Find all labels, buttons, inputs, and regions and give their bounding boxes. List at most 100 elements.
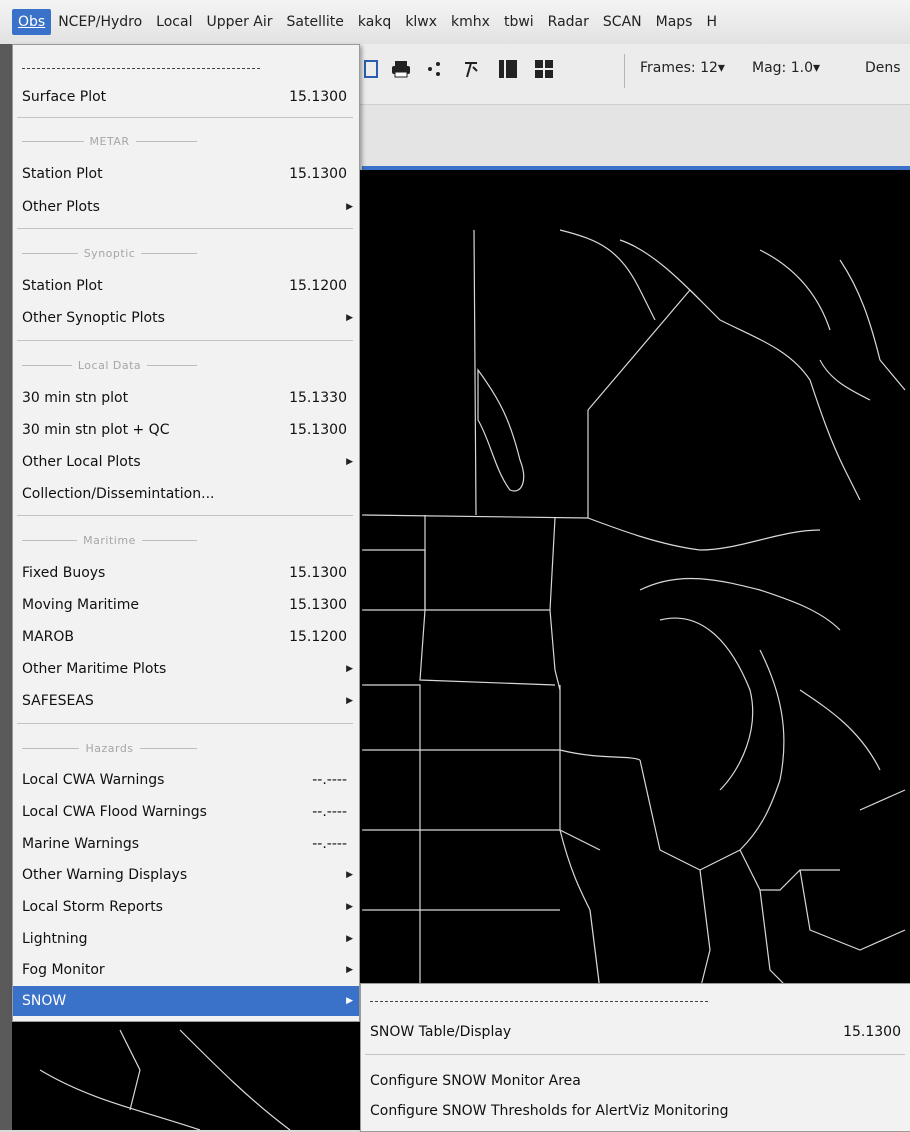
menu-local[interactable]: Local	[149, 9, 199, 35]
section-header-hazards: Hazards	[22, 740, 198, 756]
menu-item-local-cwa-flood-warnings[interactable]: Local CWA Flood Warnings --.----	[13, 797, 359, 827]
menu-item-other-synoptic-plots[interactable]: Other Synoptic Plots ▶	[13, 303, 359, 333]
magnification-dropdown[interactable]: Mag: 1.0▾	[752, 60, 820, 76]
menu-item-label: Other Plots	[22, 199, 100, 215]
menu-item-time: 15.1300	[843, 1024, 901, 1040]
menu-item-surface-plot[interactable]: Surface Plot 15.1300	[13, 82, 359, 112]
menu-klwx[interactable]: klwx	[398, 9, 444, 35]
menu-item-label: Local CWA Warnings	[22, 772, 165, 788]
menu-item-safeseas[interactable]: SAFESEAS ▶	[13, 686, 359, 716]
menu-item-snow-table-display[interactable]: SNOW Table/Display 15.1300	[361, 1017, 910, 1047]
tear-off-line[interactable]	[22, 68, 260, 69]
submenu-arrow-icon: ▶	[346, 870, 353, 880]
menu-item-label: Surface Plot	[22, 89, 107, 105]
submenu-arrow-icon: ▶	[346, 965, 353, 975]
section-header-label: METAR	[89, 134, 130, 148]
menu-upper-air[interactable]: Upper Air	[199, 9, 279, 35]
menu-tbwi[interactable]: tbwi	[497, 9, 541, 35]
menu-kmhx[interactable]: kmhx	[444, 9, 497, 35]
menu-kakq[interactable]: kakq	[351, 9, 398, 35]
submenu-arrow-icon: ▶	[346, 696, 353, 706]
menu-satellite[interactable]: Satellite	[280, 9, 351, 35]
menu-item-marob[interactable]: MAROB 15.1200	[13, 622, 359, 652]
section-header-metar: METAR	[22, 133, 198, 149]
menu-item-30-min-stn-plot-qc[interactable]: 30 min stn plot + QC 15.1300	[13, 415, 359, 445]
menu-item-label: Other Local Plots	[22, 454, 141, 470]
menu-item-label: SAFESEAS	[22, 693, 94, 709]
menu-item-metar-station-plot[interactable]: Station Plot 15.1300	[13, 159, 359, 189]
menu-item-local-storm-reports[interactable]: Local Storm Reports ▶	[13, 892, 359, 922]
menu-item-collection-dissemination[interactable]: Collection/Dissemintation...	[13, 479, 359, 509]
menu-item-fixed-buoys[interactable]: Fixed Buoys 15.1300	[13, 558, 359, 588]
menu-item-label: Other Maritime Plots	[22, 661, 167, 677]
menu-scan[interactable]: SCAN	[596, 9, 649, 35]
menu-item-label: 30 min stn plot	[22, 390, 129, 406]
window-left-edge	[0, 44, 12, 1130]
menu-item-other-maritime-plots[interactable]: Other Maritime Plots ▶	[13, 654, 359, 684]
menu-separator	[17, 228, 353, 229]
active-tab-indicator	[362, 166, 910, 170]
menu-item-time: 15.1200	[289, 278, 347, 294]
section-header-maritime: Maritime	[22, 532, 198, 548]
tear-off-line[interactable]	[370, 1001, 708, 1002]
menu-maps[interactable]: Maps	[649, 9, 700, 35]
menu-item-label: Other Warning Displays	[22, 867, 188, 883]
menu-item-label: Other Synoptic Plots	[22, 310, 165, 326]
menu-radar[interactable]: Radar	[541, 9, 596, 35]
menu-item-other-plots[interactable]: Other Plots ▶	[13, 192, 359, 222]
menu-item-other-local-plots[interactable]: Other Local Plots ▶	[13, 447, 359, 477]
menu-item-moving-maritime[interactable]: Moving Maritime 15.1300	[13, 590, 359, 620]
menu-item-time: 15.1300	[289, 597, 347, 613]
menu-separator	[365, 1054, 905, 1055]
menu-separator	[17, 515, 353, 516]
menu-item-label: Station Plot	[22, 166, 103, 182]
menu-item-configure-snow-thresholds[interactable]: Configure SNOW Thresholds for AlertViz M…	[361, 1096, 910, 1126]
menu-separator	[17, 117, 353, 118]
layout-four-panel-icon[interactable]	[533, 58, 555, 80]
submenu-arrow-icon: ▶	[346, 457, 353, 467]
menu-item-time: --.----	[312, 836, 347, 852]
menu-item-synoptic-station-plot[interactable]: Station Plot 15.1200	[13, 271, 359, 301]
menu-item-label: Lightning	[22, 931, 88, 947]
submenu-arrow-icon: ▶	[346, 934, 353, 944]
section-header-label: Maritime	[83, 533, 136, 547]
menu-item-30-min-stn-plot[interactable]: 30 min stn plot 15.1330	[13, 383, 359, 413]
frames-dropdown[interactable]: Frames: 12▾	[640, 60, 725, 76]
section-header-label: Local Data	[77, 358, 142, 372]
snow-submenu: SNOW Table/Display 15.1300 Configure SNO…	[360, 983, 910, 1132]
submenu-arrow-icon: ▶	[346, 996, 353, 1006]
density-dropdown[interactable]: Dens	[865, 60, 901, 76]
menu-item-label: Local Storm Reports	[22, 899, 163, 915]
menu-item-fog-monitor[interactable]: Fog Monitor ▶	[13, 955, 359, 985]
menu-item-time: 15.1300	[289, 89, 347, 105]
menu-item-label: SNOW Table/Display	[370, 1024, 512, 1040]
menu-item-time: 15.1300	[289, 565, 347, 581]
submenu-arrow-icon: ▶	[346, 202, 353, 212]
layout-single-icon[interactable]	[497, 58, 519, 80]
menu-ncep-hydro[interactable]: NCEP/Hydro	[51, 9, 149, 35]
menu-item-label: Fog Monitor	[22, 962, 105, 978]
menu-item-label: Collection/Dissemintation...	[22, 486, 215, 502]
wind-barb-icon[interactable]	[460, 58, 482, 80]
menu-item-lightning[interactable]: Lightning ▶	[13, 924, 359, 954]
submenu-arrow-icon: ▶	[346, 902, 353, 912]
density-points-icon[interactable]	[425, 58, 447, 80]
menu-item-label: MAROB	[22, 629, 75, 645]
menu-item-time: --.----	[312, 804, 347, 820]
menu-item-snow[interactable]: SNOW ▶	[13, 986, 359, 1016]
menu-item-label: Configure SNOW Monitor Area	[370, 1073, 581, 1089]
menu-item-other-warning-displays[interactable]: Other Warning Displays ▶	[13, 860, 359, 890]
menu-item-local-cwa-warnings[interactable]: Local CWA Warnings --.----	[13, 765, 359, 795]
menu-item-label: 30 min stn plot + QC	[22, 422, 170, 438]
menu-item-marine-warnings[interactable]: Marine Warnings --.----	[13, 829, 359, 859]
menu-item-time: 15.1330	[289, 390, 347, 406]
print-icon[interactable]	[390, 58, 412, 80]
menu-item-configure-snow-monitor-area[interactable]: Configure SNOW Monitor Area	[361, 1066, 910, 1096]
save-icon[interactable]	[360, 58, 382, 80]
toolbar-separator	[624, 54, 625, 88]
menu-obs[interactable]: Obs	[12, 9, 52, 35]
menu-help[interactable]: H	[699, 9, 724, 35]
menu-item-label: Local CWA Flood Warnings	[22, 804, 207, 820]
menu-item-label: Fixed Buoys	[22, 565, 106, 581]
menu-item-label: Station Plot	[22, 278, 103, 294]
